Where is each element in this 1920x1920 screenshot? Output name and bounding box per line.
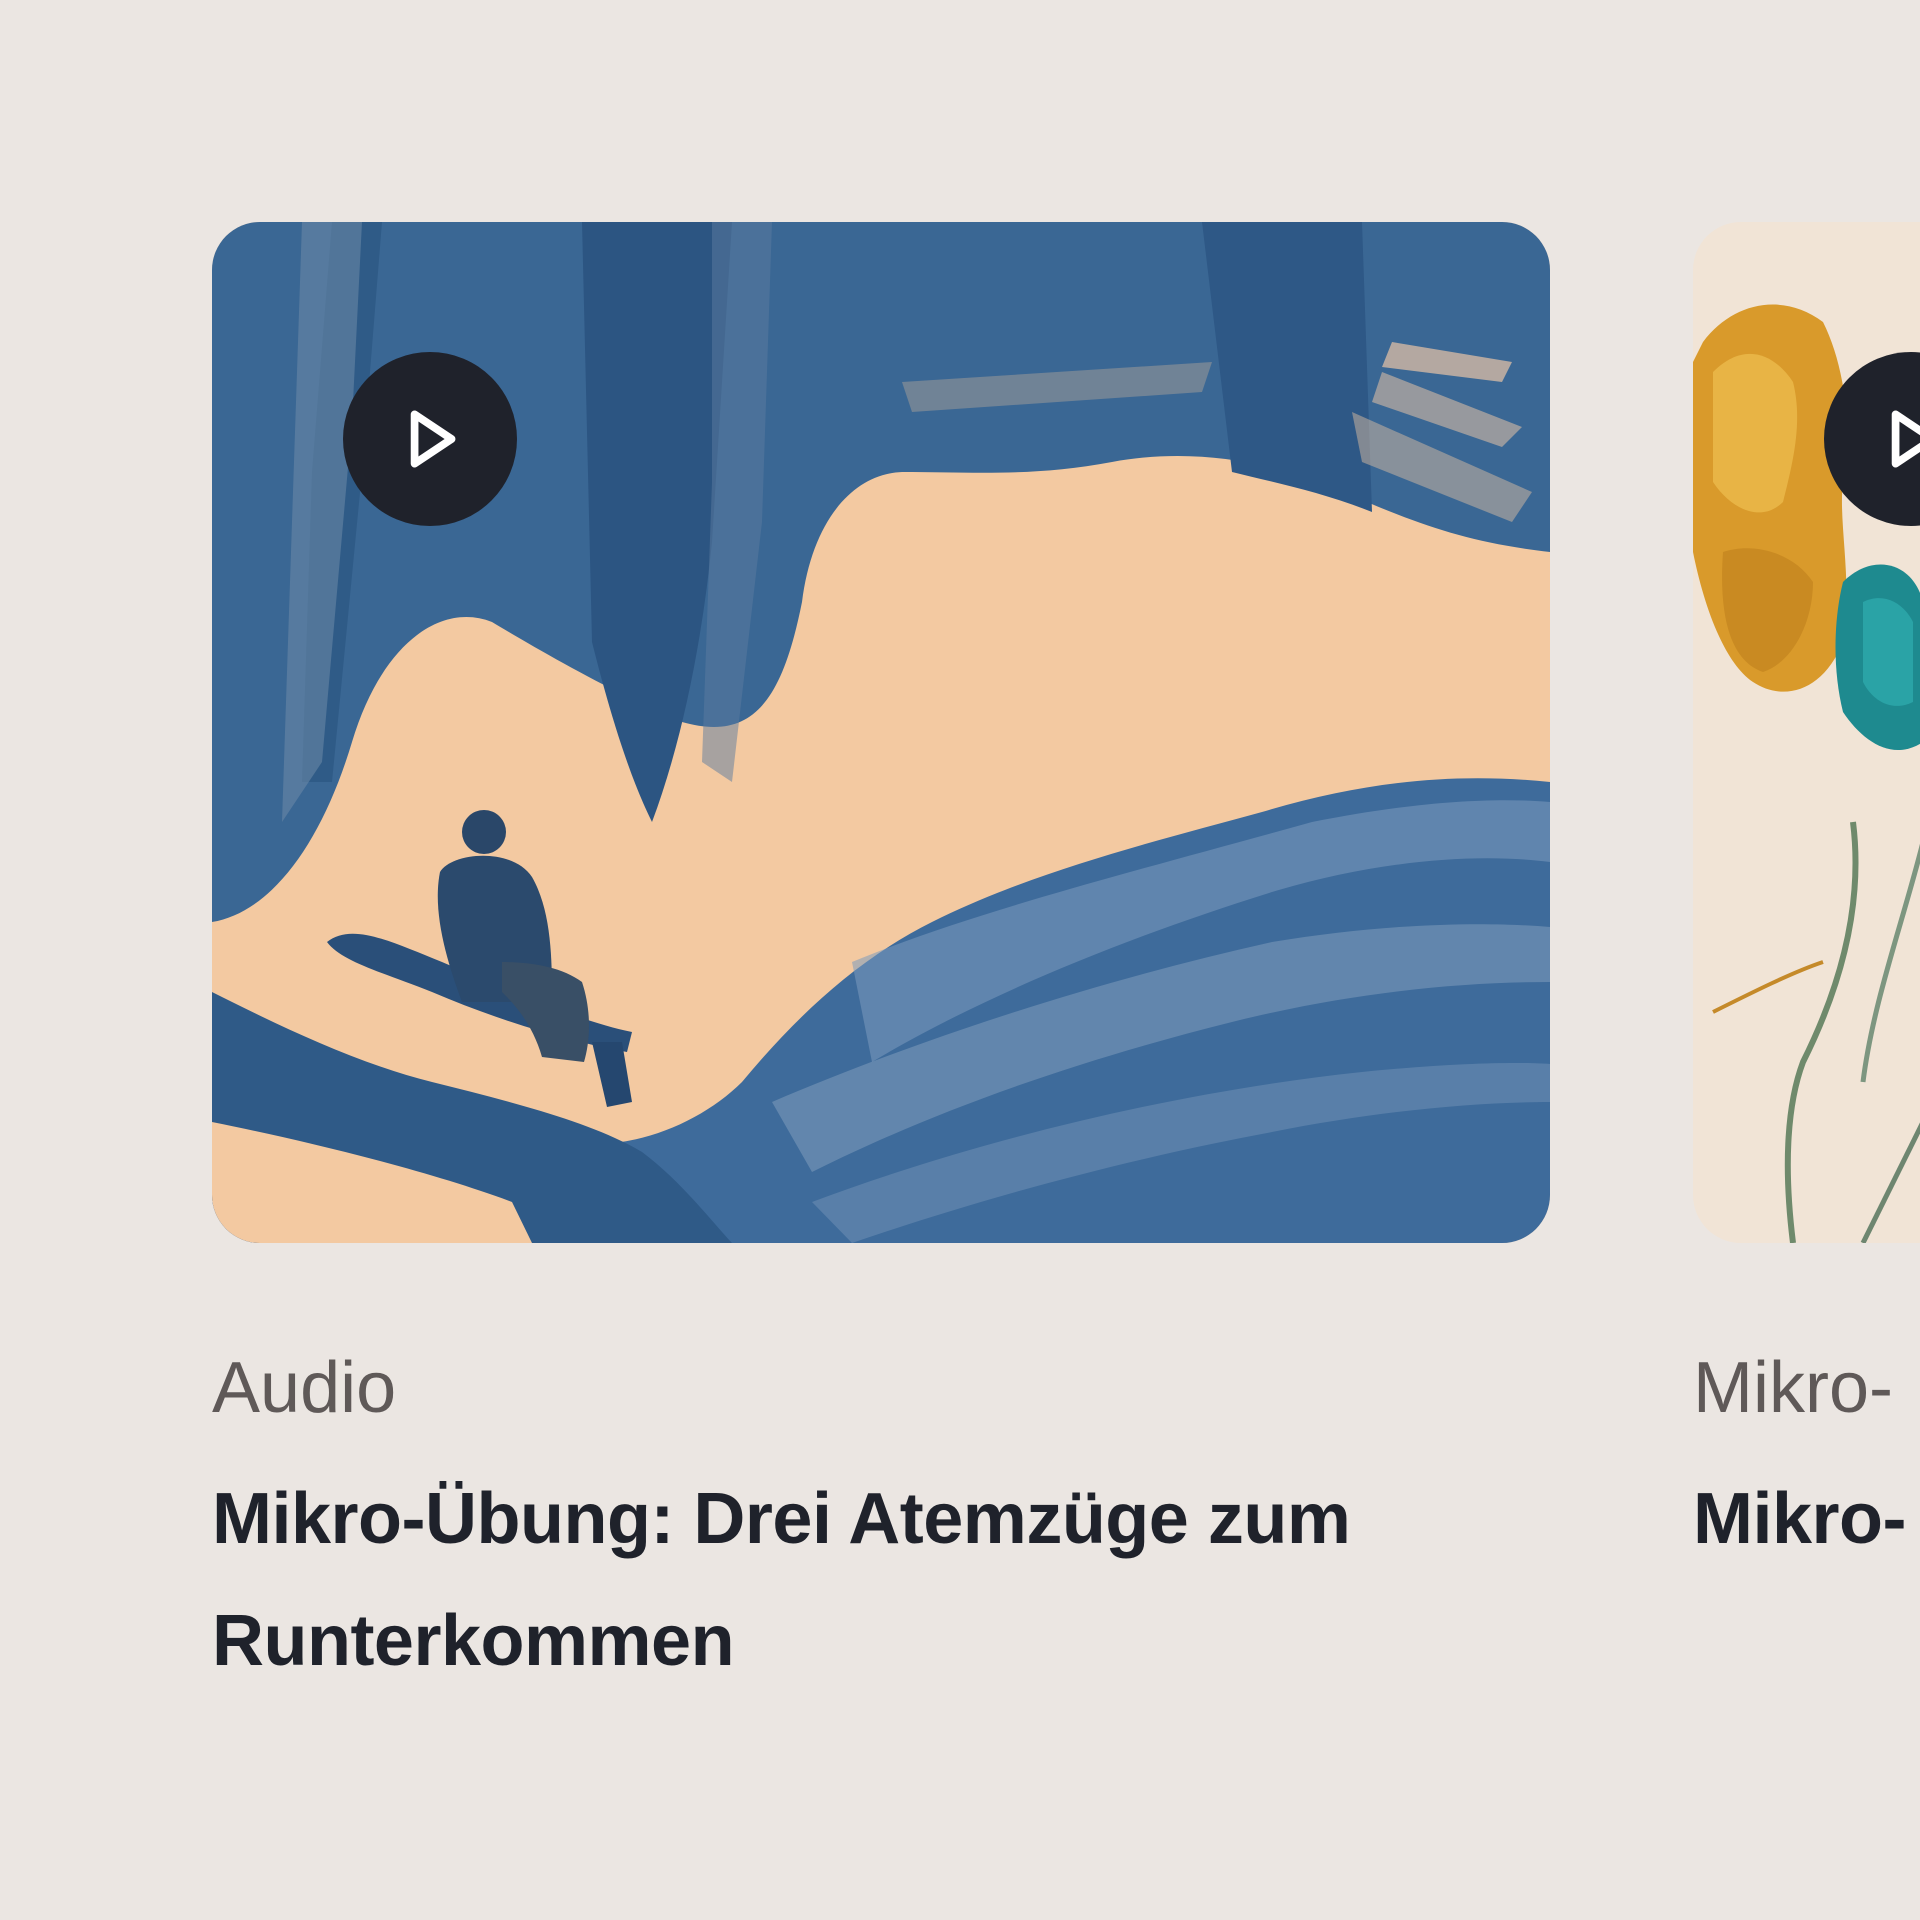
card-category: Mikro- (1693, 1348, 1893, 1428)
card-category: Audio (212, 1348, 397, 1428)
card-title[interactable]: Mikro-Übung: Drei Atemzüge zum Runterkom… (212, 1458, 1550, 1702)
card-thumbnail[interactable] (212, 222, 1550, 1243)
content-card[interactable]: Audio Mikro-Übung: Drei Atemzüge zum Run… (212, 222, 1550, 1681)
content-card[interactable]: Mikro- Mikro- loslass (1693, 222, 1920, 1559)
play-button[interactable] (343, 352, 517, 526)
play-icon (1891, 410, 1920, 468)
content-carousel: Audio Mikro-Übung: Drei Atemzüge zum Run… (0, 0, 1920, 1920)
play-icon (410, 410, 456, 468)
card-thumbnail[interactable] (1693, 222, 1920, 1243)
card-title[interactable]: Mikro- loslass (1693, 1458, 1920, 1580)
